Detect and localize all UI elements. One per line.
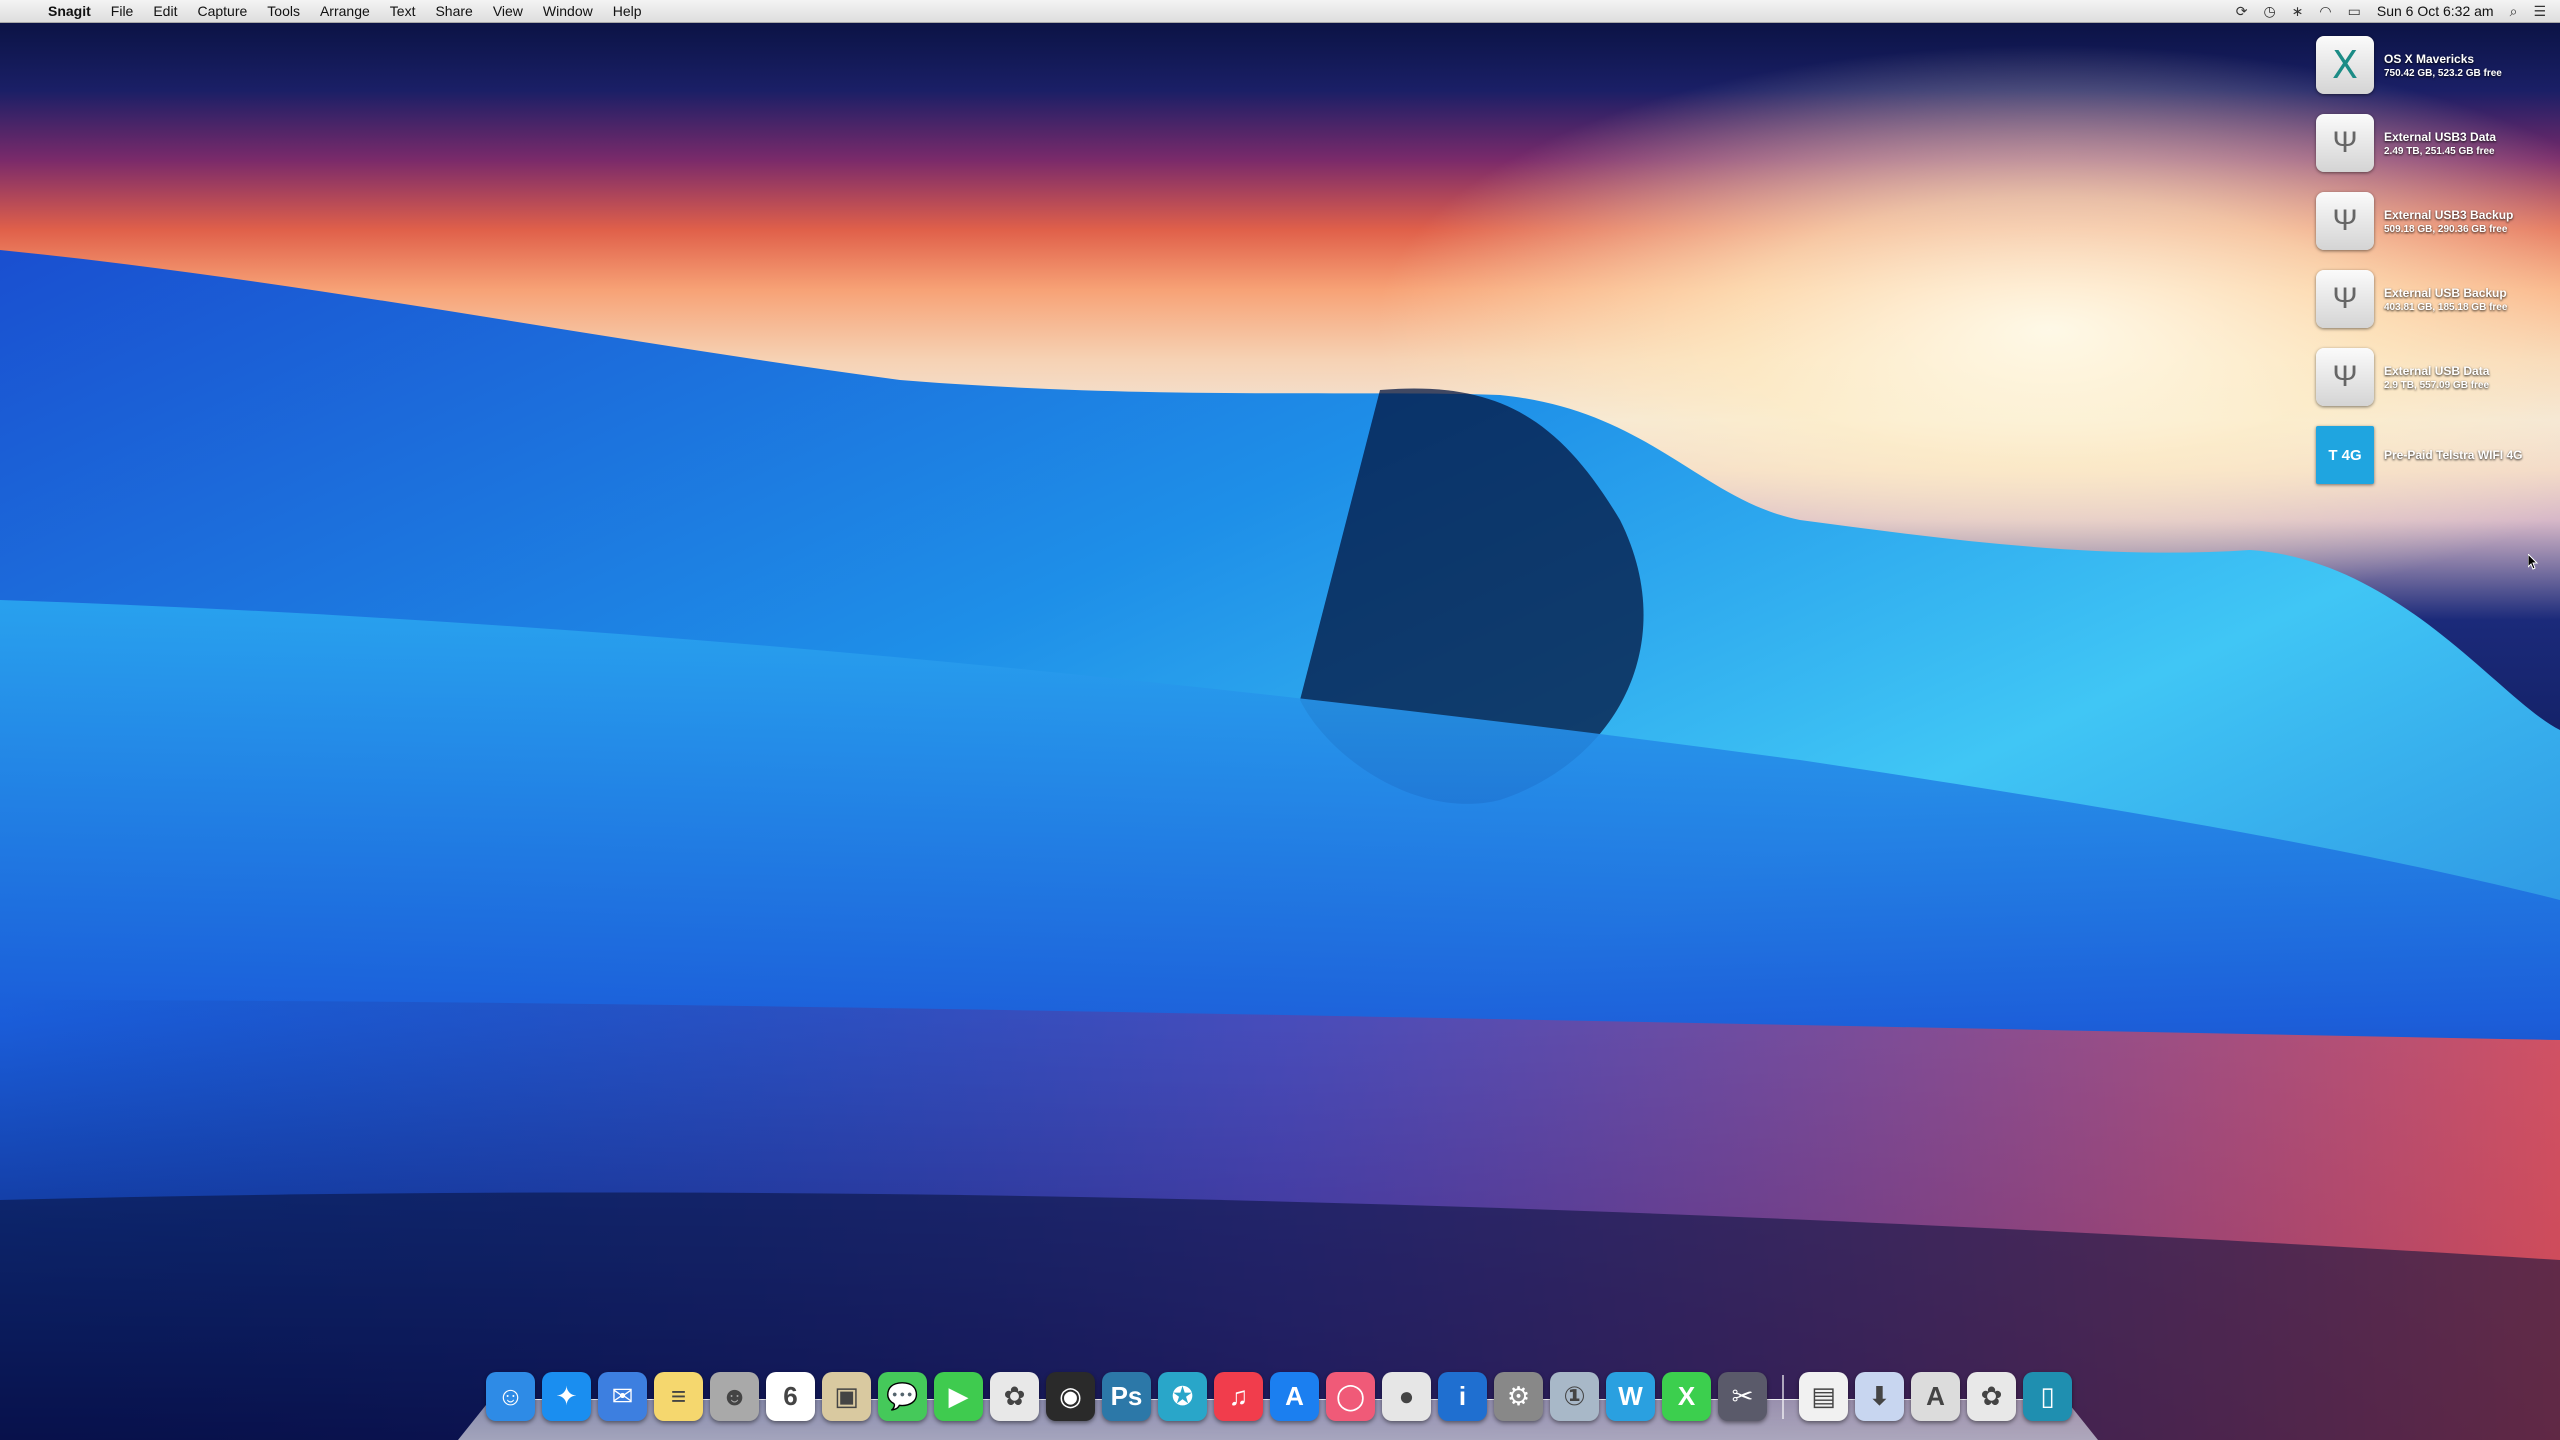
time-machine-icon[interactable]: ◷	[2263, 3, 2275, 20]
system-preferences-icon[interactable]: ⚙	[1494, 1372, 1543, 1421]
photoshop-icon[interactable]: Ps	[1102, 1372, 1151, 1421]
record-icon[interactable]: ◯	[1326, 1372, 1375, 1421]
drive-name: External USB3 Backup	[2384, 207, 2514, 222]
itunes-icon[interactable]: ♫	[1214, 1372, 1263, 1421]
finder-icon[interactable]: ☺	[486, 1372, 535, 1421]
drive-info: 2.49 TB, 251.45 GB free	[2384, 145, 2495, 157]
desktop-drive-usb-backup[interactable]: Ψ External USB Backup 403.81 GB, 185.18 …	[2316, 268, 2546, 330]
dock: ☺ ✦ ✉ ≡ ☻ 6 ▣ 💬 ▶ ✿ ◉ Ps ✪ ♫ A ◯ ● i ⚙ ① W X ✂ ▤ ⬇ A ✿ ▯	[458, 1366, 2098, 1440]
menu-bar: Snagit File Edit Capture Tools Arrange T…	[0, 0, 2560, 23]
usb-drive-icon: Ψ	[2316, 270, 2374, 328]
drive-name: External USB Backup	[2384, 285, 2507, 300]
notes-icon[interactable]: ≡	[654, 1372, 703, 1421]
sync-icon[interactable]: ⟳	[2236, 3, 2248, 20]
drive-info: 403.81 GB, 185.18 GB free	[2384, 301, 2508, 313]
trash-icon[interactable]: ▯	[2023, 1372, 2072, 1421]
menu-file[interactable]: File	[101, 3, 144, 19]
app-store-icon[interactable]: A	[1270, 1372, 1319, 1421]
camera-icon[interactable]: ◉	[1046, 1372, 1095, 1421]
drive-info: 2.9 TB, 557.09 GB free	[2384, 379, 2490, 391]
preview-icon[interactable]: ▣	[822, 1372, 871, 1421]
safari-icon[interactable]: ✦	[542, 1372, 591, 1421]
facetime-icon[interactable]: ▶	[934, 1372, 983, 1421]
desktop-items: X OS X Mavericks 750.42 GB, 523.2 GB fre…	[2316, 34, 2546, 502]
drive-info: 509.18 GB, 290.36 GB free	[2384, 223, 2508, 235]
drive-name: OS X Mavericks	[2384, 51, 2475, 66]
bluetooth-icon[interactable]: ∗	[2292, 3, 2304, 20]
drive-name: External USB3 Data	[2384, 129, 2497, 144]
photos-icon[interactable]: ✿	[990, 1372, 1039, 1421]
scissors-icon[interactable]: ✂	[1718, 1372, 1767, 1421]
menu-share[interactable]: Share	[425, 3, 482, 19]
mail-icon[interactable]: ✉	[598, 1372, 647, 1421]
spotlight-search-icon[interactable]: ⌕	[2510, 3, 2518, 20]
documents-folder-icon[interactable]: ▤	[1799, 1372, 1848, 1421]
menu-help[interactable]: Help	[603, 3, 652, 19]
mouse-cursor-icon	[2528, 554, 2539, 570]
gear-app-icon[interactable]: ✪	[1158, 1372, 1207, 1421]
messages-icon[interactable]: 💬	[878, 1372, 927, 1421]
menu-text[interactable]: Text	[380, 3, 426, 19]
contacts-icon[interactable]: ☻	[710, 1372, 759, 1421]
dock-icons: ☺ ✦ ✉ ≡ ☻ 6 ▣ 💬 ▶ ✿ ◉ Ps ✪ ♫ A ◯ ● i ⚙ ① W X ✂ ▤ ⬇ A ✿ ▯	[486, 1372, 2072, 1421]
desktop-drive-usb-data[interactable]: Ψ External USB Data 2.9 TB, 557.09 GB fr…	[2316, 346, 2546, 408]
menu-edit[interactable]: Edit	[143, 3, 187, 19]
drive-name: External USB Data	[2384, 363, 2490, 378]
desktop-alias-telstra[interactable]: T 4G Pre-Paid Telstra WIFI 4G	[2316, 424, 2546, 486]
clock[interactable]: Sun 6 Oct 6:32 am	[2377, 3, 2494, 19]
usb-drive-icon: Ψ	[2316, 348, 2374, 406]
telstra-4g-icon: T 4G	[2316, 426, 2374, 484]
menu-app-name[interactable]: Snagit	[38, 3, 101, 19]
downloads-folder-icon[interactable]: ⬇	[1855, 1372, 1904, 1421]
desktop-drive-usb3-backup[interactable]: Ψ External USB3 Backup 509.18 GB, 290.36…	[2316, 190, 2546, 252]
excel-icon[interactable]: X	[1662, 1372, 1711, 1421]
photos-stack-icon[interactable]: ✿	[1967, 1372, 2016, 1421]
desktop-drive-usb3-data[interactable]: Ψ External USB3 Data 2.49 TB, 251.45 GB …	[2316, 112, 2546, 174]
applications-folder-icon[interactable]: A	[1911, 1372, 1960, 1421]
drive-name: Pre-Paid Telstra WIFI 4G	[2384, 448, 2523, 462]
game-center-icon[interactable]: ●	[1382, 1372, 1431, 1421]
desktop-drive-osx[interactable]: X OS X Mavericks 750.42 GB, 523.2 GB fre…	[2316, 34, 2546, 96]
usb-drive-icon: Ψ	[2316, 192, 2374, 250]
menu-view[interactable]: View	[483, 3, 533, 19]
menu-tools[interactable]: Tools	[257, 3, 310, 19]
dock-separator	[1782, 1374, 1784, 1419]
info-icon[interactable]: i	[1438, 1372, 1487, 1421]
calendar-icon[interactable]: 6	[766, 1372, 815, 1421]
wallpaper-wave	[0, 250, 2560, 1440]
battery-icon[interactable]: ▭	[2348, 3, 2361, 20]
onepassword-icon[interactable]: ①	[1550, 1372, 1599, 1421]
menu-arrange[interactable]: Arrange	[310, 3, 380, 19]
word-icon[interactable]: W	[1606, 1372, 1655, 1421]
usb-drive-icon: Ψ	[2316, 114, 2374, 172]
menu-window[interactable]: Window	[533, 3, 603, 19]
wifi-icon[interactable]: ◠	[2319, 3, 2331, 20]
notification-center-icon[interactable]: ☰	[2533, 3, 2546, 20]
drive-info: 750.42 GB, 523.2 GB free	[2384, 67, 2502, 79]
menu-capture[interactable]: Capture	[187, 3, 257, 19]
desktop: Snagit File Edit Capture Tools Arrange T…	[0, 0, 2560, 1440]
osx-drive-icon: X	[2316, 36, 2374, 94]
